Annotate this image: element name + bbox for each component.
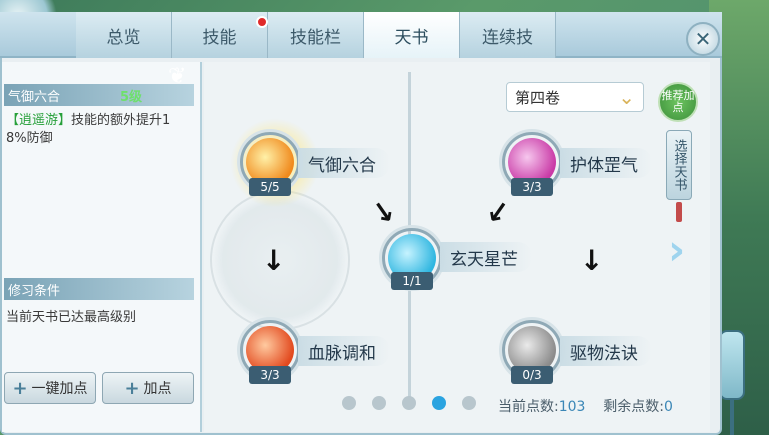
down-arrow-icon: ↓ [262,244,286,277]
tab-bar: 总览 技能 技能栏 天书 连续技 [0,12,722,58]
current-points-value: 103 [558,399,586,415]
volume-selector[interactable]: 第四卷 ⌄ [506,82,644,112]
one-key-add-button[interactable]: + 一键加点 [4,372,96,404]
tab-skills[interactable]: 技能 [172,12,268,58]
page-dot-active[interactable] [432,396,446,410]
page-dot[interactable] [342,396,356,410]
lantern-rod [730,400,734,435]
tab-overview[interactable]: 总览 [76,12,172,58]
lantern-icon [719,330,745,400]
select-book-button[interactable]: 选择天书 [666,130,692,200]
skill-level: 5级 [120,89,143,105]
points-summary: 当前点数:103 剩余点数:0 [498,396,673,416]
tab-skill-bar[interactable]: 技能栏 [268,12,364,58]
recommend-points-button[interactable]: 推荐加点 [658,82,698,122]
skill-description: 【逍遥游】技能的额外提升1 8%防御 [6,112,194,148]
skill-count-quwu: 0/3 [511,366,553,384]
skill-label-huti: 护体罡气 [560,148,652,178]
chevron-right-icon[interactable]: › [668,225,685,274]
down-arrow-icon: ↓ [580,244,604,277]
skill-label-xuemai: 血脉调和 [298,336,390,366]
skill-name: 气御六合 [8,89,61,105]
skill-desc-line2: 8%防御 [6,131,53,146]
skill-count-xuemai: 3/3 [249,366,291,384]
page-indicator [342,396,476,410]
remaining-points-value: 0 [663,399,673,415]
add-point-label: 加点 [143,381,172,397]
skill-source: 【逍遥游】 [6,113,72,128]
tassel-decoration [676,202,682,222]
skill-label-qiyu: 气御六合 [298,148,390,178]
requirement-title: 修习条件 [4,278,194,300]
page-dot[interactable] [372,396,386,410]
skill-label-quwu: 驱物法诀 [560,336,652,366]
skill-count-huti: 3/3 [511,178,553,196]
close-icon: ✕ [694,27,712,51]
plus-icon: + [12,377,28,399]
page-dot[interactable] [462,396,476,410]
requirement-text: 当前天书已达最高级别 [6,310,137,325]
add-point-button[interactable]: + 加点 [102,372,194,404]
remaining-points-label: 剩余点数: [603,399,664,415]
skill-count-qiyu: 5/5 [249,178,291,196]
tab-tianshu[interactable]: 天书 [364,12,460,58]
page-dot[interactable] [402,396,416,410]
one-key-add-label: 一键加点 [31,381,88,397]
plus-icon: + [124,377,140,399]
skill-label-xuantian: 玄天星芒 [440,242,532,272]
skill-title-bar: 气御六合 5级 [4,84,194,106]
chevron-down-icon: ⌄ [618,85,635,109]
skill-desc-line1: 技能的额外提升1 [71,113,171,128]
current-points-label: 当前点数: [498,399,559,415]
close-button[interactable]: ✕ [686,22,720,56]
notification-dot [256,16,268,28]
skill-count-xuantian: 1/1 [391,272,433,290]
tab-combo[interactable]: 连续技 [460,12,556,58]
volume-label: 第四卷 [515,88,561,107]
